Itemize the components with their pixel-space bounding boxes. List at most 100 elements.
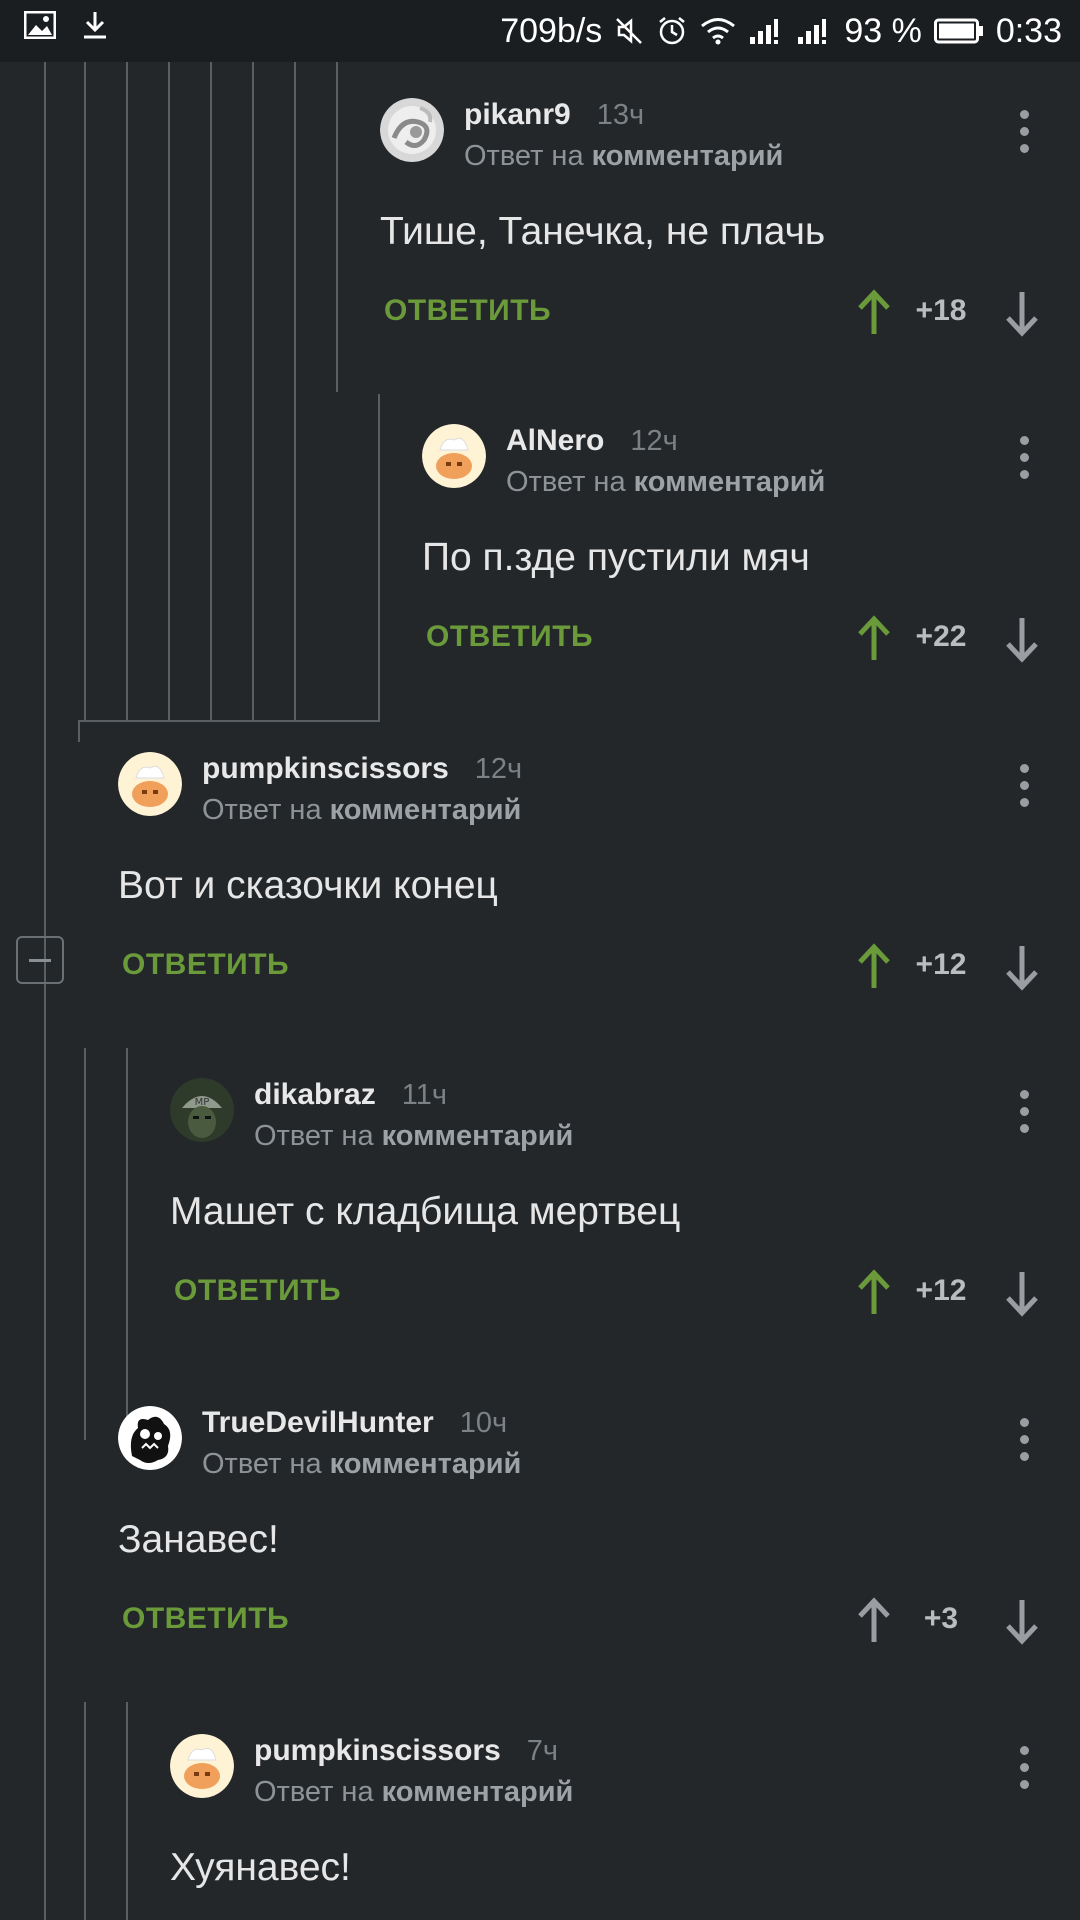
more-options-icon[interactable] xyxy=(1018,764,1030,808)
more-options-icon[interactable] xyxy=(1018,1746,1030,1790)
signal-icon xyxy=(748,17,784,45)
comment: TrueDevilHunter 10ч Ответ на комментарий … xyxy=(118,1406,1080,1666)
comment-time: 11ч xyxy=(401,1079,447,1111)
comment: pumpkinscissors 12ч Ответ на комментарий … xyxy=(118,752,1080,1012)
status-bar: 709b/s 93 % 0:33 xyxy=(0,0,1080,62)
avatar[interactable] xyxy=(422,424,486,488)
reply-to-link[interactable]: комментарий xyxy=(592,140,784,172)
reply-button[interactable]: ОТВЕТИТЬ xyxy=(122,948,289,982)
comment-text: Хуянавес! xyxy=(170,1846,351,1889)
thread-line xyxy=(44,62,46,1920)
author-name[interactable]: pumpkinscissors xyxy=(254,1734,501,1767)
downvote-arrow-icon[interactable] xyxy=(1002,288,1042,338)
comment-thread: pikanr9 13ч Ответ на комментарий Тише, Та… xyxy=(0,62,1080,1920)
thread-line xyxy=(78,720,80,742)
avatar[interactable] xyxy=(118,752,182,816)
comment-time: 12ч xyxy=(630,425,678,457)
comment-time: 10ч xyxy=(459,1407,508,1439)
comment-time: 7ч xyxy=(526,1735,559,1767)
collapse-thread-button[interactable] xyxy=(16,936,64,984)
more-options-icon[interactable] xyxy=(1018,1418,1030,1462)
comment: pumpkinscissors 7ч Ответ на комментарий Х… xyxy=(170,1734,1080,1920)
vote-score: +18 xyxy=(915,294,967,327)
author-name[interactable]: AlNero xyxy=(506,424,604,457)
battery-icon xyxy=(933,17,984,45)
reply-to: Ответ на комментарий xyxy=(506,466,825,499)
comment-text: Тише, Танечка, не плачь xyxy=(380,210,826,253)
upvote-arrow-icon[interactable] xyxy=(854,614,894,664)
minus-icon xyxy=(29,959,51,962)
upvote-arrow-icon[interactable] xyxy=(854,1268,894,1318)
wifi-icon xyxy=(700,17,736,45)
thread-line xyxy=(126,1702,128,1920)
upvote-arrow-icon[interactable] xyxy=(854,942,894,992)
downvote-arrow-icon[interactable] xyxy=(1002,942,1042,992)
thread-line xyxy=(84,1702,86,1920)
comment-time: 12ч xyxy=(474,753,523,785)
alarm-icon xyxy=(656,15,688,47)
author-name[interactable]: pumpkinscissors xyxy=(202,752,449,785)
downvote-arrow-icon[interactable] xyxy=(1002,1596,1042,1646)
clock: 0:33 xyxy=(995,11,1062,50)
avatar[interactable] xyxy=(118,1406,182,1470)
network-speed: 709b/s xyxy=(500,11,603,50)
more-options-icon[interactable] xyxy=(1018,110,1030,154)
comment-text: Вот и сказочки конец xyxy=(118,864,498,907)
reply-button[interactable]: ОТВЕТИТЬ xyxy=(384,294,551,328)
comment: MP dikabraz 11ч Ответ на комментарий Маше… xyxy=(170,1078,1080,1338)
thread-line xyxy=(84,1048,86,1440)
comment-author[interactable]: dikabraz 11ч xyxy=(254,1078,447,1112)
thread-line xyxy=(252,62,254,722)
reply-to: Ответ на комментарий xyxy=(254,1776,573,1809)
comment-author[interactable]: AlNero 12ч xyxy=(506,424,678,458)
author-name[interactable]: dikabraz xyxy=(254,1078,376,1111)
vote-score: +3 xyxy=(923,1602,959,1635)
downvote-arrow-icon[interactable] xyxy=(1002,614,1042,664)
reply-to: Ответ на комментарий xyxy=(464,140,783,173)
comment-author[interactable]: TrueDevilHunter 10ч xyxy=(202,1406,507,1440)
vote-score: +22 xyxy=(915,620,967,653)
thread-line xyxy=(210,62,212,722)
upvote-arrow-icon[interactable] xyxy=(854,1596,894,1646)
thread-line xyxy=(336,62,338,392)
thread-line xyxy=(84,62,86,722)
avatar[interactable]: MP xyxy=(170,1078,234,1142)
thread-line xyxy=(168,62,170,722)
reply-button[interactable]: ОТВЕТИТЬ xyxy=(426,620,593,654)
more-options-icon[interactable] xyxy=(1018,1090,1030,1134)
reply-to-link[interactable]: комментарий xyxy=(634,466,826,498)
thread-line xyxy=(378,394,380,722)
comment-author[interactable]: pikanr9 13ч xyxy=(464,98,644,132)
more-options-icon[interactable] xyxy=(1018,436,1030,480)
reply-to-link[interactable]: комментарий xyxy=(330,794,522,826)
author-name[interactable]: pikanr9 xyxy=(464,98,571,131)
thread-line xyxy=(126,62,128,722)
battery-percent: 93 % xyxy=(844,11,922,50)
avatar[interactable] xyxy=(170,1734,234,1798)
comment: AlNero 12ч Ответ на комментарий По п.зде … xyxy=(422,424,1080,684)
reply-to-prefix: Ответ на xyxy=(202,794,322,826)
comment-author[interactable]: pumpkinscissors 12ч xyxy=(202,752,522,786)
reply-to: Ответ на комментарий xyxy=(202,794,521,827)
reply-to-prefix: Ответ на xyxy=(464,140,584,172)
reply-button[interactable]: ОТВЕТИТЬ xyxy=(174,1274,341,1308)
thread-line xyxy=(78,720,380,722)
mute-icon xyxy=(614,16,644,46)
downvote-arrow-icon[interactable] xyxy=(1002,1268,1042,1318)
comment: pikanr9 13ч Ответ на комментарий Тише, Та… xyxy=(380,98,1080,358)
reply-to-link[interactable]: комментарий xyxy=(382,1120,574,1152)
reply-to: Ответ на комментарий xyxy=(202,1448,521,1481)
reply-to-link[interactable]: комментарий xyxy=(330,1448,522,1480)
author-name[interactable]: TrueDevilHunter xyxy=(202,1406,434,1439)
comment-text: По п.зде пустили мяч xyxy=(422,536,810,579)
image-icon xyxy=(24,11,56,39)
upvote-arrow-icon[interactable] xyxy=(854,288,894,338)
comment-author[interactable]: pumpkinscissors 7ч xyxy=(254,1734,558,1768)
reply-to-link[interactable]: комментарий xyxy=(382,1776,574,1808)
reply-to-prefix: Ответ на xyxy=(506,466,626,498)
reply-to-prefix: Ответ на xyxy=(254,1120,374,1152)
thread-line xyxy=(126,1048,128,1440)
reply-button[interactable]: ОТВЕТИТЬ xyxy=(122,1602,289,1636)
thread-line xyxy=(294,62,296,722)
avatar[interactable] xyxy=(380,98,444,162)
